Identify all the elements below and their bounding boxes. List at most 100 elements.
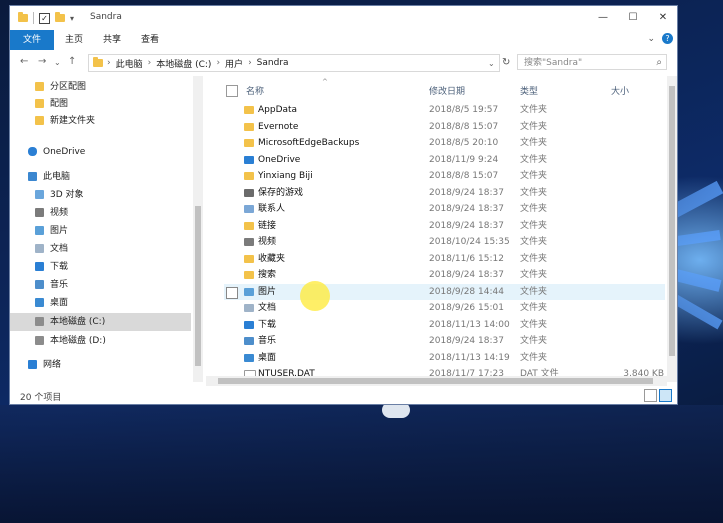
table-row[interactable]: 保存的游戏 2018/9/24 18:37 文件夹 (224, 185, 665, 201)
quick-access-dropdown-icon[interactable]: ▾ (70, 14, 74, 23)
nav-item[interactable]: 网络 (10, 356, 191, 374)
close-button[interactable]: ✕ (648, 6, 678, 30)
vertical-scrollbar[interactable] (667, 76, 677, 382)
breadcrumb[interactable]: 用户 (225, 57, 243, 70)
refresh-icon[interactable]: ↻ (502, 57, 510, 68)
file-date: 2018/11/13 14:19 (429, 352, 510, 363)
music-icon (244, 337, 254, 345)
file-type: 文件夹 (520, 352, 548, 363)
maximize-button[interactable]: ☐ (618, 6, 648, 30)
table-row[interactable]: 图片 2018/9/28 14:44 文件夹 (224, 283, 665, 300)
nav-item[interactable]: 下载 (10, 258, 191, 276)
file-date: 2018/9/26 15:01 (429, 303, 504, 313)
folder-icon (18, 12, 28, 22)
nav-item[interactable]: 此电脑 (10, 168, 191, 186)
file-name: Evernote (258, 121, 299, 132)
horizontal-scrollbar[interactable] (206, 376, 667, 386)
ribbon-tabs: 文件 主页 共享 查看 ⌄ ? (10, 30, 677, 51)
network-icon (28, 360, 37, 369)
picture-icon (244, 287, 254, 296)
folder-icon (35, 82, 44, 91)
table-row[interactable]: Yinxiang Biji 2018/8/8 15:07 文件夹 (224, 168, 665, 184)
new-folder-icon[interactable] (55, 12, 65, 22)
document-icon (244, 304, 254, 312)
table-row[interactable]: AppData 2018/8/5 19:57 文件夹 (224, 102, 665, 118)
column-header-date[interactable]: 修改日期 (429, 84, 465, 97)
table-row[interactable]: 链接 2018/9/24 18:37 文件夹 (224, 218, 665, 234)
address-path[interactable]: › 此电脑 › 本地磁盘 (C:) › 用户 › Sandra (88, 54, 500, 72)
breadcrumb[interactable]: 此电脑 (116, 57, 143, 70)
file-date: 2018/8/8 15:07 (429, 171, 499, 181)
cloud-icon (28, 147, 37, 156)
title-bar: ✓ ▾ Sandra — ☐ ✕ (10, 6, 677, 30)
search-input[interactable]: 搜索"Sandra" ⌕ (517, 54, 667, 70)
breadcrumb[interactable]: 本地磁盘 (C:) (156, 57, 211, 70)
recent-locations-icon[interactable]: ⌄ (54, 58, 61, 67)
search-icon[interactable]: ⌕ (656, 55, 662, 71)
nav-item[interactable]: 音乐 (10, 276, 191, 294)
file-name: 文档 (258, 303, 277, 313)
nav-item[interactable]: 配图 (10, 95, 191, 113)
table-row[interactable]: 下载 2018/11/13 14:00 文件夹 (224, 317, 665, 333)
tab-share[interactable]: 共享 (94, 30, 130, 50)
breadcrumb[interactable]: Sandra (257, 58, 289, 68)
nav-item-selected[interactable]: 本地磁盘 (C:) (10, 313, 191, 331)
table-row[interactable]: 收藏夹 2018/11/6 15:12 文件夹 (224, 251, 665, 267)
file-explorer-window: ✓ ▾ Sandra — ☐ ✕ 文件 主页 共享 查看 ⌄ ? ← → ⌄ ↑… (10, 6, 677, 404)
nav-item[interactable]: 本地磁盘 (D:) (10, 332, 191, 350)
table-row[interactable]: MicrosoftEdgeBackups 2018/8/5 20:10 文件夹 (224, 135, 665, 151)
help-icon[interactable]: ? (662, 33, 673, 44)
nav-item[interactable]: OneDrive (10, 143, 191, 161)
cloud-icon (244, 155, 254, 164)
nav-scrollbar[interactable] (193, 76, 203, 382)
table-row[interactable]: 视频 2018/10/24 15:35 文件夹 (224, 234, 665, 250)
file-date: 2018/11/13 14:00 (429, 319, 510, 330)
column-header-name[interactable]: 名称 (246, 84, 264, 97)
tab-home[interactable]: 主页 (56, 30, 92, 50)
ribbon-expand-icon[interactable]: ⌄ (647, 34, 655, 44)
details-view-icon[interactable] (644, 389, 657, 402)
select-all-checkbox[interactable] (226, 85, 238, 97)
table-row[interactable]: 桌面 2018/11/13 14:19 文件夹 (224, 350, 665, 366)
address-dropdown-icon[interactable]: ⌄ (488, 59, 495, 68)
file-date: 2018/9/24 18:37 (429, 187, 504, 198)
file-name: MicrosoftEdgeBackups (258, 138, 360, 148)
table-row[interactable]: 搜索 2018/9/24 18:37 文件夹 (224, 267, 665, 283)
tab-file[interactable]: 文件 (10, 30, 54, 50)
table-row[interactable]: OneDrive 2018/11/9 9:24 文件夹 (224, 152, 665, 168)
address-bar: ← → ⌄ ↑ › 此电脑 › 本地磁盘 (C:) › 用户 › Sandra … (10, 50, 677, 76)
file-date: 2018/11/6 15:12 (429, 253, 504, 264)
row-checkbox[interactable] (226, 286, 238, 299)
file-type: 文件夹 (520, 138, 548, 148)
nav-item[interactable]: 文档 (10, 240, 191, 258)
nav-item[interactable]: 图片 (10, 222, 191, 240)
table-row[interactable]: Evernote 2018/8/8 15:07 文件夹 (224, 119, 665, 135)
sort-indicator-icon: ^ (322, 78, 328, 86)
large-icons-view-icon[interactable] (659, 389, 672, 402)
folder-icon (244, 139, 254, 147)
nav-item[interactable]: 分区配图 (10, 78, 191, 96)
nav-item[interactable]: 桌面 (10, 294, 191, 312)
nav-item[interactable]: 3D 对象 (10, 186, 191, 204)
table-row[interactable]: 文档 2018/9/26 15:01 文件夹 (224, 300, 665, 316)
file-date: 2018/8/5 20:10 (429, 138, 499, 148)
up-button[interactable]: ↑ (68, 56, 76, 67)
table-row[interactable]: 联系人 2018/9/24 18:37 文件夹 (224, 201, 665, 217)
file-name: 保存的游戏 (258, 187, 304, 198)
nav-item[interactable]: 视频 (10, 204, 191, 222)
tab-view[interactable]: 查看 (132, 30, 168, 50)
column-header-type[interactable]: 类型 (520, 84, 538, 97)
video-icon (35, 208, 44, 217)
file-type: 文件夹 (520, 237, 548, 247)
properties-icon[interactable]: ✓ (39, 12, 50, 24)
column-header-size[interactable]: 大小 (611, 84, 629, 97)
minimize-button[interactable]: — (588, 6, 618, 30)
forward-button[interactable]: → (38, 56, 46, 67)
desktop-item (382, 402, 410, 418)
video-icon (244, 238, 254, 246)
file-type: 文件夹 (520, 270, 548, 280)
file-type: 文件夹 (520, 303, 548, 313)
table-row[interactable]: 音乐 2018/9/24 18:37 文件夹 (224, 333, 665, 349)
nav-item[interactable]: 新建文件夹 (10, 112, 191, 130)
back-button[interactable]: ← (20, 56, 28, 67)
